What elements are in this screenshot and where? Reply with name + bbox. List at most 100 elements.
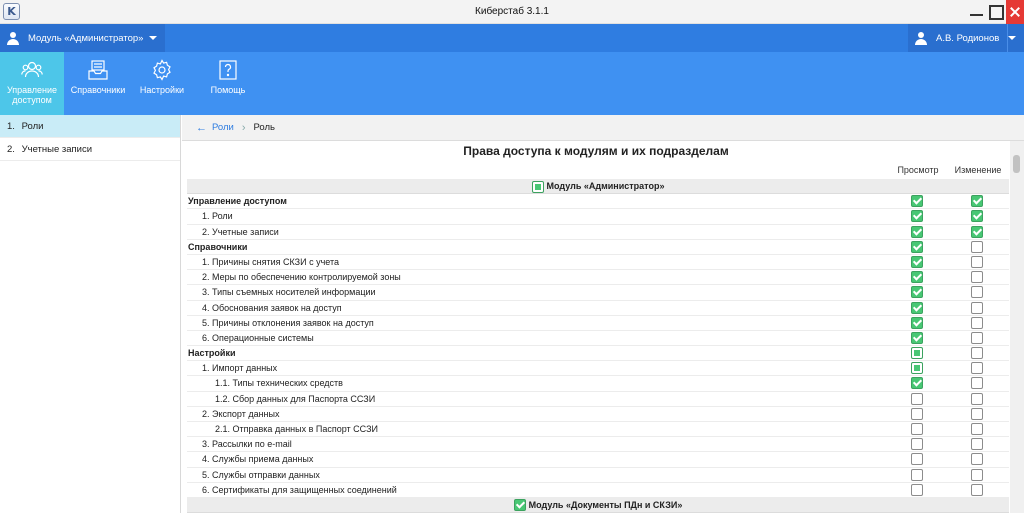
sidebar-item-roles[interactable]: 1. Роли <box>0 115 180 138</box>
view-checkbox[interactable] <box>911 407 923 420</box>
permission-label: Справочники <box>188 241 248 252</box>
edit-checkbox[interactable] <box>971 362 983 375</box>
view-checkbox[interactable] <box>911 377 923 390</box>
view-checkbox[interactable] <box>911 210 923 223</box>
module-row: Модуль «Документы ПДн и СКЗИ» <box>187 497 1009 513</box>
edit-checkbox[interactable] <box>971 240 983 253</box>
edit-checkbox[interactable] <box>971 468 983 481</box>
sidebar-item-accounts[interactable]: 2. Учетные записи <box>0 138 180 161</box>
gear-icon <box>153 59 171 81</box>
user-name: А.В. Родионов <box>936 32 1000 44</box>
minimize-button[interactable] <box>968 0 985 24</box>
section-row: Управление доступом <box>187 194 1009 210</box>
view-checkbox[interactable] <box>911 255 923 268</box>
permission-label: 4. Обоснования заявок на доступ <box>202 302 342 313</box>
permission-label: 2. Экспорт данных <box>202 408 280 419</box>
permission-label: Управление доступом <box>188 196 287 207</box>
permission-row: 2. Учетные записи <box>187 225 1009 240</box>
sidebar-item-label: Учетные записи <box>21 144 93 155</box>
edit-checkbox[interactable] <box>971 271 983 284</box>
scrollbar-thumb[interactable] <box>1013 155 1020 173</box>
edit-checkbox[interactable] <box>971 286 983 299</box>
module-label: Модуль «Документы ПДн и СКЗИ» <box>528 499 683 510</box>
edit-checkbox[interactable] <box>971 407 983 420</box>
chevron-down-icon <box>1008 36 1016 40</box>
chevron-down-icon <box>149 36 157 40</box>
permission-label: 1. Причины снятия СКЗИ с учета <box>202 256 339 267</box>
permission-label: 5. Службы отправки данных <box>202 469 320 480</box>
edit-checkbox[interactable] <box>971 301 983 314</box>
permission-row: 4. Службы приема данных <box>187 452 1009 468</box>
module-selector[interactable]: Модуль «Администратор» <box>0 24 165 52</box>
view-checkbox[interactable] <box>911 286 923 299</box>
edit-checkbox[interactable] <box>971 377 983 390</box>
arrow-left-icon[interactable]: ← <box>196 122 207 134</box>
view-checkbox[interactable] <box>911 316 923 329</box>
edit-checkbox[interactable] <box>971 483 983 496</box>
view-checkbox[interactable] <box>911 240 923 253</box>
view-checkbox[interactable] <box>911 423 923 435</box>
help-icon <box>219 60 237 80</box>
edit-checkbox[interactable] <box>971 438 983 451</box>
edit-checkbox[interactable] <box>971 347 983 360</box>
permission-row: 3. Типы съемных носителей информации <box>187 285 1009 301</box>
module-selector-label: Модуль «Администратор» <box>28 32 144 44</box>
users-icon <box>21 61 43 78</box>
permission-row: 5. Службы отправки данных <box>187 468 1009 483</box>
user-menu[interactable]: А.В. Родионов <box>908 24 1024 52</box>
view-checkbox[interactable] <box>911 392 923 405</box>
edit-checkbox[interactable] <box>971 195 983 208</box>
edit-checkbox[interactable] <box>971 225 983 238</box>
title-bar: K Киберстаб 3.1.1 <box>0 0 1024 24</box>
module-checkbox[interactable] <box>513 499 526 512</box>
view-checkbox[interactable] <box>911 331 923 344</box>
user-icon <box>6 31 20 45</box>
edit-checkbox[interactable] <box>971 423 983 435</box>
breadcrumb-link-roles[interactable]: Роли <box>212 122 234 133</box>
toolbar-access-control[interactable]: Управление доступом <box>0 52 64 115</box>
view-checkbox[interactable] <box>911 362 923 375</box>
edit-checkbox[interactable] <box>971 316 983 329</box>
toolbar-access-control-label: Управление доступом <box>6 85 58 105</box>
view-checkbox[interactable] <box>911 453 923 466</box>
view-checkbox[interactable] <box>911 438 923 451</box>
view-checkbox[interactable] <box>911 225 923 238</box>
edit-checkbox[interactable] <box>971 331 983 344</box>
user-icon <box>914 31 928 45</box>
edit-checkbox[interactable] <box>971 453 983 466</box>
permission-label: 6. Сертификаты для защищенных соединений <box>202 484 397 495</box>
permission-row: 3. Рассылки по e-mail <box>187 437 1009 453</box>
view-checkbox[interactable] <box>911 468 923 481</box>
permission-row: 1. Причины снятия СКЗИ с учета <box>187 255 1009 271</box>
module-header: Модуль «Документы ПДн и СКЗИ» <box>513 498 683 513</box>
view-checkbox[interactable] <box>911 195 923 208</box>
permission-label: Настройки <box>188 348 236 359</box>
edit-checkbox[interactable] <box>971 210 983 223</box>
sidebar-item-label: Роли <box>21 121 44 132</box>
edit-checkbox[interactable] <box>971 255 983 268</box>
permission-row: 4. Обоснования заявок на доступ <box>187 301 1009 316</box>
toolbar-references[interactable]: Справочники <box>64 52 132 115</box>
permission-label: 2. Меры по обеспечению контролируемой зо… <box>202 272 401 283</box>
edit-checkbox[interactable] <box>971 392 983 405</box>
permission-label: 1.1. Типы технических средств <box>215 378 343 389</box>
view-checkbox[interactable] <box>911 347 923 360</box>
close-button[interactable] <box>1006 0 1024 24</box>
module-checkbox[interactable] <box>531 180 544 193</box>
permission-label: 1. Импорт данных <box>202 363 278 374</box>
sidebar-item-number: 2. <box>7 144 15 155</box>
view-checkbox[interactable] <box>911 271 923 284</box>
vertical-scrollbar[interactable] <box>1010 141 1024 513</box>
permission-label: 3. Типы съемных носителей информации <box>202 287 376 298</box>
permission-row: 6. Сертификаты для защищенных соединений <box>187 483 1009 498</box>
toolbar-help[interactable]: Помощь <box>198 52 258 115</box>
permission-label: 2.1. Отправка данных в Паспорт ССЗИ <box>215 424 378 434</box>
view-checkbox[interactable] <box>911 483 923 496</box>
view-checkbox[interactable] <box>911 301 923 314</box>
permissions-table: Модуль «Администратор» Управление доступо… <box>187 179 1009 513</box>
inbox-icon <box>88 60 108 80</box>
permission-row: 5. Причины отклонения заявок на доступ <box>187 316 1009 331</box>
toolbar-settings[interactable]: Настройки <box>132 52 192 115</box>
maximize-button[interactable] <box>987 0 1004 24</box>
permission-row: 1.2. Сбор данных для Паспорта ССЗИ <box>187 392 1009 407</box>
